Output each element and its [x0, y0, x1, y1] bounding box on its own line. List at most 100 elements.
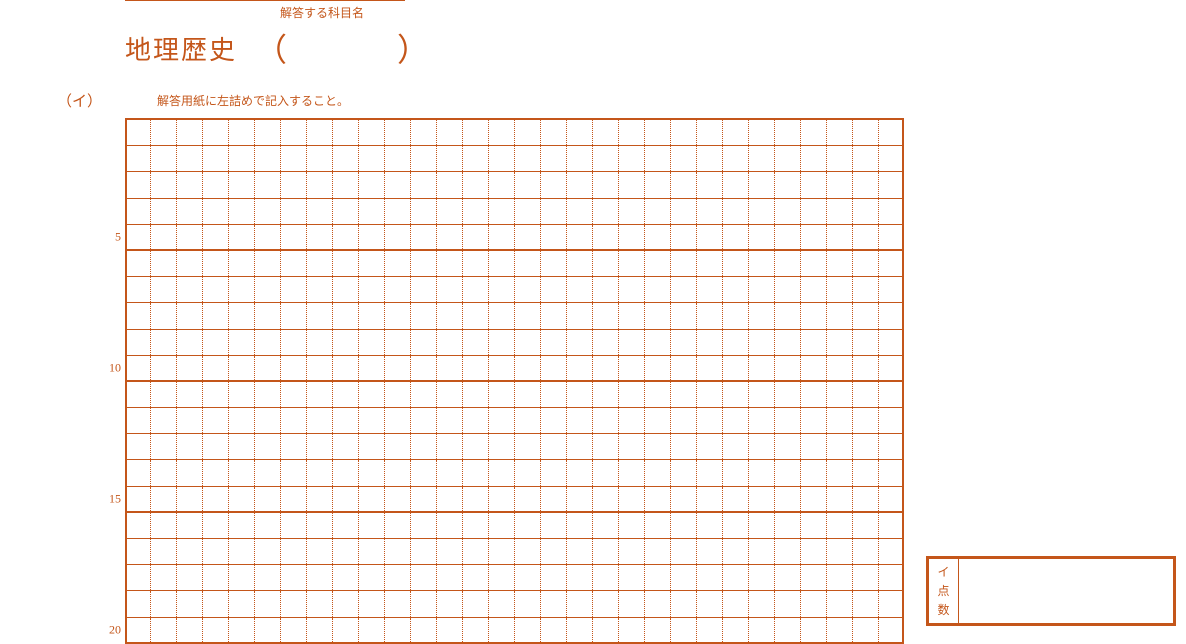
grid-cell[interactable] [879, 539, 904, 564]
grid-cell[interactable] [281, 408, 307, 433]
grid-cell[interactable] [827, 277, 853, 302]
grid-cell[interactable] [229, 199, 255, 224]
grid-cell[interactable] [567, 460, 593, 485]
grid-cell[interactable] [801, 408, 827, 433]
grid-cell[interactable] [723, 565, 749, 590]
grid-cell[interactable] [645, 408, 671, 433]
grid-cell[interactable] [255, 303, 281, 328]
grid-cell[interactable] [125, 408, 151, 433]
grid-cell[interactable] [671, 460, 697, 485]
grid-cell[interactable] [203, 539, 229, 564]
grid-row[interactable]: 10 [125, 356, 904, 382]
grid-cell[interactable] [567, 565, 593, 590]
grid-cell[interactable] [151, 487, 177, 511]
grid-cell[interactable] [541, 303, 567, 328]
grid-cell[interactable] [801, 487, 827, 511]
grid-cell[interactable] [307, 460, 333, 485]
grid-cell[interactable] [229, 356, 255, 380]
grid-cell[interactable] [853, 146, 879, 171]
grid-cell[interactable] [567, 277, 593, 302]
grid-cell[interactable] [749, 460, 775, 485]
grid-cell[interactable] [203, 146, 229, 171]
grid-cell[interactable] [723, 120, 749, 145]
grid-cell[interactable] [437, 356, 463, 380]
grid-cell[interactable] [671, 199, 697, 224]
grid-cell[interactable] [567, 199, 593, 224]
grid-cell[interactable] [697, 172, 723, 197]
grid-cell[interactable] [775, 513, 801, 538]
grid-cell[interactable] [801, 303, 827, 328]
grid-cell[interactable] [463, 565, 489, 590]
grid-cell[interactable] [515, 277, 541, 302]
grid-cell[interactable] [151, 303, 177, 328]
grid-cell[interactable] [229, 487, 255, 511]
grid-cell[interactable] [203, 120, 229, 145]
grid-cell[interactable] [749, 356, 775, 380]
grid-cell[interactable] [645, 460, 671, 485]
grid-row[interactable] [125, 199, 904, 225]
grid-cell[interactable] [333, 225, 359, 249]
grid-cell[interactable] [359, 199, 385, 224]
grid-cell[interactable] [385, 199, 411, 224]
grid-cell[interactable] [255, 172, 281, 197]
grid-cell[interactable] [775, 460, 801, 485]
grid-cell[interactable] [463, 382, 489, 407]
grid-cell[interactable] [593, 146, 619, 171]
grid-cell[interactable] [255, 382, 281, 407]
grid-cell[interactable] [567, 382, 593, 407]
grid-cell[interactable] [281, 487, 307, 511]
grid-cell[interactable] [177, 120, 203, 145]
grid-cell[interactable] [619, 408, 645, 433]
grid-cell[interactable] [463, 199, 489, 224]
grid-cell[interactable] [593, 251, 619, 276]
grid-cell[interactable] [645, 434, 671, 459]
grid-cell[interactable] [463, 120, 489, 145]
grid-cell[interactable] [775, 277, 801, 302]
grid-cell[interactable] [567, 303, 593, 328]
grid-cell[interactable] [359, 487, 385, 511]
grid-cell[interactable] [723, 618, 749, 642]
grid-cell[interactable] [307, 172, 333, 197]
grid-cell[interactable] [619, 146, 645, 171]
grid-cell[interactable] [723, 277, 749, 302]
grid-cell[interactable] [853, 618, 879, 642]
grid-cell[interactable] [307, 513, 333, 538]
grid-cell[interactable] [723, 513, 749, 538]
grid-cell[interactable] [749, 382, 775, 407]
grid-cell[interactable] [151, 172, 177, 197]
grid-cell[interactable] [177, 618, 203, 642]
grid-cell[interactable] [697, 382, 723, 407]
grid-cell[interactable] [203, 225, 229, 249]
grid-cell[interactable] [359, 408, 385, 433]
grid-cell[interactable] [593, 408, 619, 433]
grid-cell[interactable] [333, 251, 359, 276]
grid-cell[interactable] [437, 382, 463, 407]
grid-cell[interactable] [151, 120, 177, 145]
grid-cell[interactable] [463, 487, 489, 511]
grid-cell[interactable] [203, 303, 229, 328]
grid-cell[interactable] [463, 591, 489, 616]
grid-cell[interactable] [385, 565, 411, 590]
grid-cell[interactable] [385, 303, 411, 328]
grid-row[interactable] [125, 277, 904, 303]
grid-cell[interactable] [697, 539, 723, 564]
grid-cell[interactable] [775, 618, 801, 642]
grid-cell[interactable] [411, 172, 437, 197]
grid-cell[interactable] [437, 618, 463, 642]
grid-row[interactable] [125, 591, 904, 617]
grid-cell[interactable] [619, 382, 645, 407]
grid-cell[interactable] [281, 225, 307, 249]
grid-cell[interactable] [281, 618, 307, 642]
grid-cell[interactable] [801, 330, 827, 355]
grid-row[interactable]: 20 [125, 618, 904, 644]
grid-cell[interactable] [411, 565, 437, 590]
grid-cell[interactable] [853, 251, 879, 276]
grid-cell[interactable] [619, 460, 645, 485]
grid-cell[interactable] [489, 251, 515, 276]
grid-cell[interactable] [853, 408, 879, 433]
grid-row[interactable] [125, 330, 904, 356]
grid-cell[interactable] [411, 356, 437, 380]
grid-cell[interactable] [593, 120, 619, 145]
grid-cell[interactable] [359, 591, 385, 616]
grid-cell[interactable] [541, 146, 567, 171]
